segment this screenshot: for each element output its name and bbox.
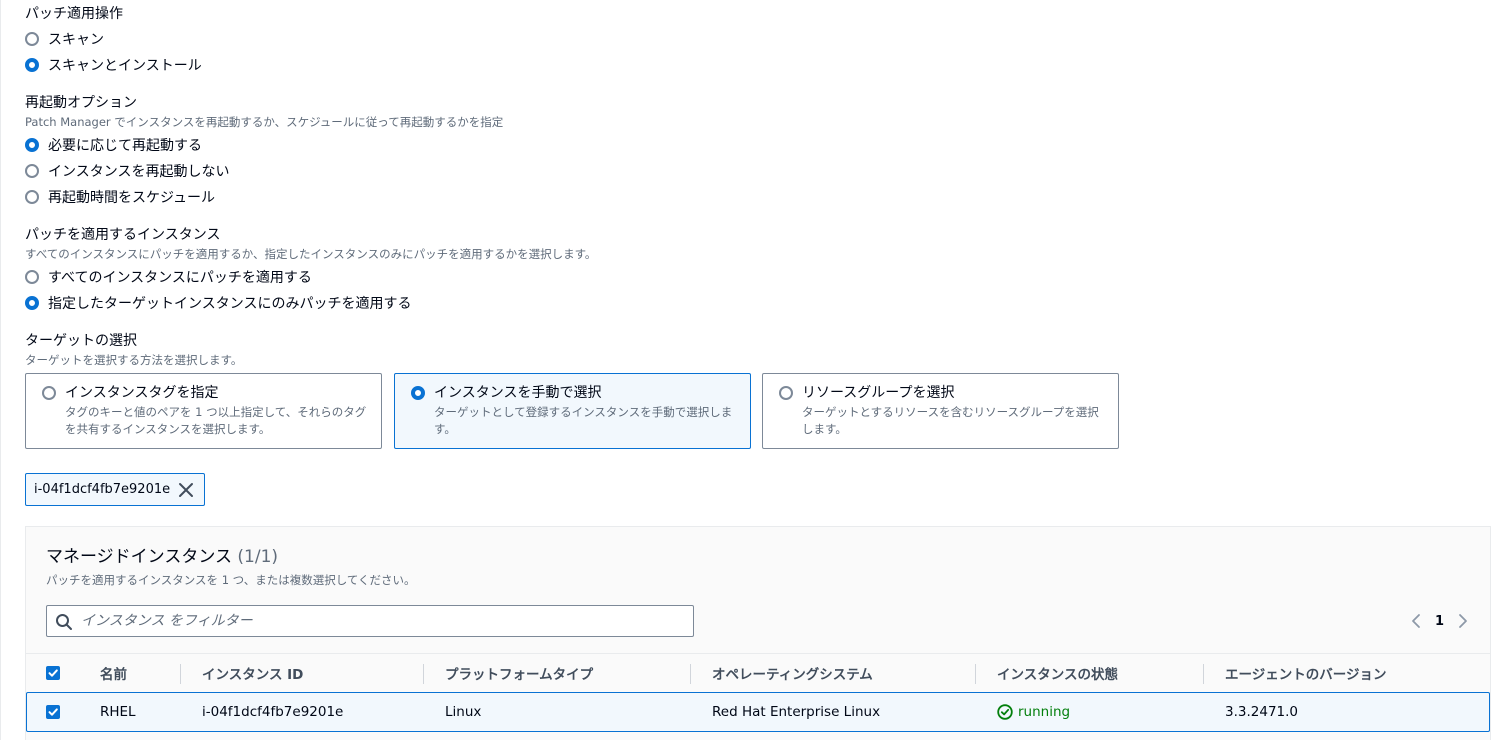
radio-scan[interactable]: スキャン bbox=[25, 29, 104, 49]
radio-patch-all-button[interactable] bbox=[25, 270, 39, 284]
radio-scan-and-install[interactable]: スキャンとインストール bbox=[25, 55, 202, 75]
chevron-left-icon[interactable] bbox=[1411, 613, 1421, 629]
tile-choose-resource-group-description: ターゲットとするリソースを含むリソースグループを選択します。 bbox=[802, 405, 1099, 436]
tile-specify-instance-tags[interactable]: インスタンスタグを指定 タグのキーと値のペアを 1 つ以上指定して、それらのタグ… bbox=[25, 373, 382, 449]
tile-specify-instance-tags-title: インスタンスタグを指定 bbox=[65, 385, 219, 401]
selected-instance-token-text: i-04f1dcf4fb7e9201e bbox=[34, 482, 171, 497]
managed-instances-title-text: マネージドインスタンス bbox=[46, 547, 232, 567]
row-checkbox[interactable] bbox=[46, 705, 60, 719]
column-divider[interactable] bbox=[975, 664, 976, 684]
cell-name: RHEL bbox=[100, 704, 136, 720]
radio-no-reboot-button[interactable] bbox=[25, 164, 39, 178]
radio-scan-label: スキャン bbox=[48, 32, 104, 48]
column-header-operating-system[interactable]: オペレーティングシステム bbox=[712, 654, 873, 692]
target-selection-description: ターゲットを選択する方法を選択します。 bbox=[25, 353, 243, 367]
radio-scan-and-install-button[interactable] bbox=[25, 58, 39, 72]
table-row[interactable]: RHEL i-04f1dcf4fb7e9201e Linux Red Hat E… bbox=[26, 692, 1490, 732]
tile-specify-instance-tags-description: タグのキーと値のペアを 1 つ以上指定して、それらのタグを共有するインスタンスを… bbox=[65, 405, 367, 436]
tile-choose-resource-group-title: リソースグループを選択 bbox=[802, 385, 955, 401]
radio-schedule-reboot[interactable]: 再起動時間をスケジュール bbox=[25, 187, 215, 207]
pagination: 1 bbox=[1411, 611, 1468, 631]
radio-scan-and-install-label: スキャンとインストール bbox=[48, 58, 202, 74]
cell-operating-system: Red Hat Enterprise Linux bbox=[712, 704, 881, 720]
column-header-instance-state[interactable]: インスタンスの状態 bbox=[997, 654, 1118, 692]
radio-patch-targets-only-label: 指定したターゲットインスタンスにのみパッチを適用する bbox=[48, 296, 412, 312]
radio-patch-targets-only-button[interactable] bbox=[25, 296, 39, 310]
close-icon[interactable] bbox=[176, 480, 196, 500]
radio-scan-button[interactable] bbox=[25, 32, 39, 46]
selected-instance-token: i-04f1dcf4fb7e9201e bbox=[25, 473, 205, 506]
radio-patch-all-label: すべてのインスタンスにパッチを適用する bbox=[48, 270, 312, 286]
tile-choose-instances-manually-radio[interactable] bbox=[411, 386, 425, 400]
target-selection-section: ターゲットの選択 ターゲットを選択する方法を選択します。 bbox=[25, 331, 242, 368]
instances-to-patch-heading: パッチを適用するインスタンス bbox=[25, 227, 221, 243]
reboot-option-description: Patch Manager でインスタンスを再起動するか、スケジュールに従って再… bbox=[25, 115, 504, 129]
instance-state-text: running bbox=[1018, 704, 1071, 720]
radio-reboot-if-needed-label: 必要に応じて再起動する bbox=[48, 138, 202, 154]
radio-no-reboot-label: インスタンスを再起動しない bbox=[48, 164, 230, 180]
instance-filter-input[interactable] bbox=[79, 609, 679, 633]
managed-instances-title: マネージドインスタンス (1/1) bbox=[46, 545, 278, 569]
managed-instances-description: パッチを適用するインスタンスを 1 つ、または複数選択してください。 bbox=[46, 573, 416, 587]
column-header-instance-id[interactable]: インスタンス ID bbox=[202, 654, 303, 692]
cell-instance-id: i-04f1dcf4fb7e9201e bbox=[202, 704, 344, 720]
radio-patch-targets-only[interactable]: 指定したターゲットインスタンスにのみパッチを適用する bbox=[25, 293, 411, 313]
patch-operation-heading: パッチ適用操作 bbox=[25, 6, 123, 22]
radio-schedule-reboot-button[interactable] bbox=[25, 190, 39, 204]
tile-choose-instances-manually[interactable]: インスタンスを手動で選択 ターゲットとして登録するインスタンスを手動で選択します… bbox=[394, 373, 751, 449]
radio-patch-all[interactable]: すべてのインスタンスにパッチを適用する bbox=[25, 267, 312, 287]
instances-to-patch-section: パッチを適用するインスタンス すべてのインスタンスにパッチを適用するか、指定した… bbox=[25, 225, 596, 262]
column-header-platform-type[interactable]: プラットフォームタイプ bbox=[445, 654, 593, 692]
table-header: 名前 インスタンス ID プラットフォームタイプ オペレーティングシステム イン… bbox=[26, 653, 1490, 691]
tile-choose-resource-group-radio[interactable] bbox=[779, 386, 793, 400]
radio-no-reboot[interactable]: インスタンスを再起動しない bbox=[25, 161, 229, 181]
row-checkbox-cell[interactable] bbox=[46, 693, 60, 731]
reboot-option-section: 再起動オプション Patch Manager でインスタンスを再起動するか、スケ… bbox=[25, 93, 503, 130]
column-header-agent-version[interactable]: エージェントのバージョン bbox=[1225, 654, 1386, 692]
column-divider[interactable] bbox=[180, 664, 181, 684]
tile-specify-instance-tags-radio[interactable] bbox=[42, 386, 56, 400]
page-number[interactable]: 1 bbox=[1435, 614, 1444, 629]
patch-operation-section: パッチ適用操作 bbox=[25, 4, 123, 24]
cell-instance-state: running bbox=[997, 693, 1070, 731]
cell-platform-type: Linux bbox=[445, 704, 482, 720]
tile-choose-instances-manually-description: ターゲットとして登録するインスタンスを手動で選択します。 bbox=[434, 405, 733, 436]
search-icon bbox=[56, 614, 72, 630]
managed-instances-panel: マネージドインスタンス (1/1) パッチを適用するインスタンスを 1 つ、また… bbox=[25, 526, 1491, 740]
tile-choose-resource-group[interactable]: リソースグループを選択 ターゲットとするリソースを含むリソースグループを選択しま… bbox=[762, 373, 1119, 449]
column-divider[interactable] bbox=[423, 664, 424, 684]
select-all-checkbox-cell[interactable] bbox=[46, 654, 60, 692]
select-all-checkbox[interactable] bbox=[46, 666, 60, 680]
column-header-name[interactable]: 名前 bbox=[100, 654, 127, 692]
reboot-option-heading: 再起動オプション bbox=[25, 95, 137, 111]
left-border bbox=[0, 0, 1, 740]
instance-filter[interactable] bbox=[46, 605, 694, 637]
chevron-right-icon[interactable] bbox=[1458, 613, 1468, 629]
check-circle-icon bbox=[997, 704, 1013, 720]
tile-choose-instances-manually-title: インスタンスを手動で選択 bbox=[434, 385, 602, 401]
radio-schedule-reboot-label: 再起動時間をスケジュール bbox=[48, 190, 216, 206]
radio-reboot-if-needed[interactable]: 必要に応じて再起動する bbox=[25, 135, 202, 155]
cell-agent-version: 3.3.2471.0 bbox=[1225, 704, 1298, 720]
managed-instances-count: (1/1) bbox=[237, 547, 279, 567]
radio-reboot-if-needed-button[interactable] bbox=[25, 138, 39, 152]
column-divider[interactable] bbox=[1203, 664, 1204, 684]
instances-to-patch-description: すべてのインスタンスにパッチを適用するか、指定したインスタンスのみにパッチを適用… bbox=[25, 247, 597, 261]
target-selection-heading: ターゲットの選択 bbox=[25, 333, 137, 349]
column-divider[interactable] bbox=[690, 664, 691, 684]
